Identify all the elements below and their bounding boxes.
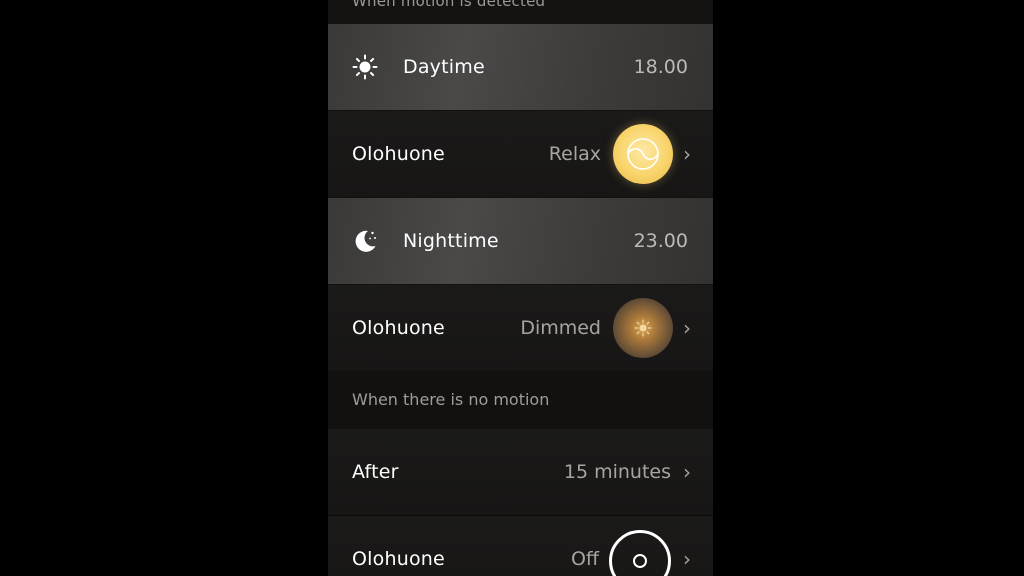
- nighttime-room-row[interactable]: Olohuone Dimmed ›: [328, 285, 713, 371]
- daytime-scene-name: Relax: [548, 143, 601, 165]
- chevron-right-icon: ›: [683, 547, 691, 571]
- daytime-time: 18.00: [633, 56, 688, 78]
- dimmed-scene-bulb-icon: [613, 298, 673, 358]
- no-motion-room-name: Olohuone: [352, 548, 445, 570]
- phone-screen: When motion is detected Daytime 18.00 Ol…: [328, 0, 713, 576]
- after-label: After: [352, 461, 399, 483]
- moon-icon: [355, 230, 376, 252]
- daytime-room-row[interactable]: Olohuone Relax ›: [328, 111, 713, 197]
- daytime-room-name: Olohuone: [352, 143, 445, 165]
- motion-detected-section-header: When motion is detected: [328, 0, 713, 24]
- no-motion-label: When there is no motion: [352, 390, 550, 409]
- no-motion-section-header: When there is no motion: [328, 371, 713, 429]
- nighttime-time: 23.00: [633, 230, 688, 252]
- chevron-right-icon: ›: [683, 316, 691, 340]
- no-motion-room-row[interactable]: Olohuone Off ›: [328, 516, 713, 576]
- after-value: 15 minutes: [563, 461, 671, 483]
- no-motion-scene-name: Off: [570, 548, 599, 570]
- sun-icon: [352, 54, 378, 80]
- motion-detected-label: When motion is detected: [352, 0, 546, 10]
- chevron-right-icon: ›: [683, 460, 691, 484]
- chevron-right-icon: ›: [683, 142, 691, 166]
- nighttime-row[interactable]: Nighttime 23.00: [328, 198, 713, 284]
- nighttime-room-name: Olohuone: [352, 317, 445, 339]
- off-scene-bulb-icon: [609, 530, 671, 576]
- nighttime-scene-name: Dimmed: [520, 317, 601, 339]
- daytime-row[interactable]: Daytime 18.00: [328, 24, 713, 110]
- relax-scene-bulb-icon: [613, 124, 673, 184]
- nighttime-label: Nighttime: [403, 230, 499, 252]
- off-indicator-dot: [633, 554, 647, 568]
- after-row[interactable]: After 15 minutes ›: [328, 429, 713, 515]
- daytime-label: Daytime: [403, 56, 485, 78]
